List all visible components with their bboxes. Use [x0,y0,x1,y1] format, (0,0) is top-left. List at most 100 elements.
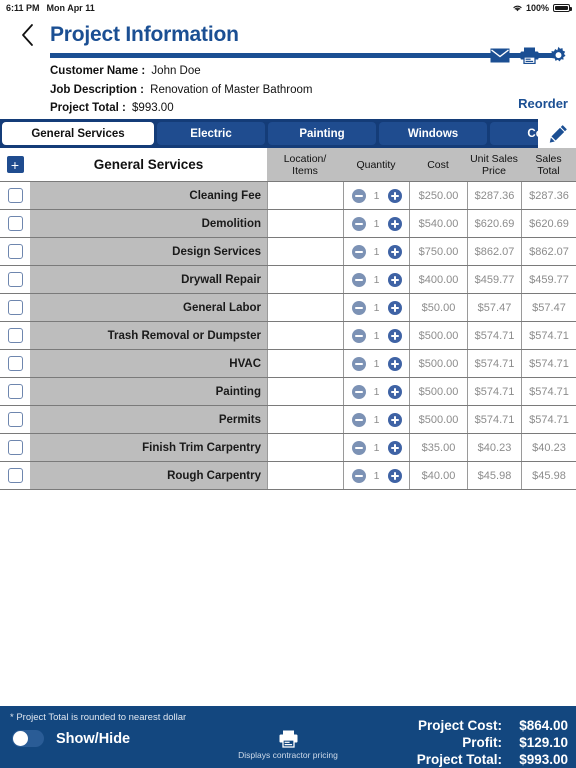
mail-icon[interactable] [490,48,510,63]
row-location[interactable] [267,434,343,461]
reorder-button[interactable]: Reorder [518,96,568,111]
table-row[interactable]: General Labor 1 $50.00 $57.47 $57.47 [0,294,576,322]
row-checkbox[interactable] [7,328,23,343]
quantity-decrement-button[interactable] [351,468,366,483]
table-row[interactable]: Drywall Repair 1 $400.00 $459.77 $459.77 [0,266,576,294]
quantity-increment-button[interactable] [387,244,402,259]
row-sales-total: $459.77 [521,266,576,293]
quantity-decrement-button[interactable] [351,300,366,315]
row-unit-sales-price: $862.07 [467,238,521,265]
row-location[interactable] [267,210,343,237]
row-checkbox[interactable] [7,440,23,455]
row-checkbox[interactable] [7,188,23,203]
tab-windows[interactable]: Windows [379,122,487,145]
quantity-value: 1 [373,385,380,398]
quantity-decrement-button[interactable] [351,244,366,259]
row-unit-sales-price: $57.47 [467,294,521,321]
quantity-decrement-button[interactable] [351,440,366,455]
row-location[interactable] [267,350,343,377]
row-sales-total: $620.69 [521,210,576,237]
table-row[interactable]: HVAC 1 $500.00 $574.71 $574.71 [0,350,576,378]
row-location[interactable] [267,294,343,321]
total-value: $993.00 [519,752,568,767]
row-checkbox-cell [0,406,30,433]
quantity-value: 1 [373,217,380,230]
row-location[interactable] [267,182,343,209]
quantity-decrement-button[interactable] [351,328,366,343]
quantity-value: 1 [373,273,380,286]
quantity-increment-button[interactable] [387,384,402,399]
quantity-increment-button[interactable] [387,440,402,455]
edit-tabs-button[interactable] [538,119,576,148]
row-checkbox[interactable] [7,412,23,427]
tab-painting[interactable]: Painting [268,122,376,145]
row-location[interactable] [267,378,343,405]
quantity-decrement-button[interactable] [351,384,366,399]
tab-general-services[interactable]: General Services [2,122,154,145]
tab-electric[interactable]: Electric [157,122,265,145]
quantity-decrement-button[interactable] [351,188,366,203]
row-checkbox[interactable] [7,244,23,259]
column-header-total-line1: Sales [535,152,562,165]
gear-icon[interactable] [549,46,568,65]
quantity-increment-button[interactable] [387,272,402,287]
quantity-increment-button[interactable] [387,412,402,427]
quantity-decrement-button[interactable] [351,272,366,287]
row-checkbox[interactable] [7,468,23,483]
row-checkbox[interactable] [7,216,23,231]
table-row[interactable]: Permits 1 $500.00 $574.71 $574.71 [0,406,576,434]
contractor-pricing-caption: Displays contractor pricing [238,750,338,760]
row-unit-sales-price: $459.77 [467,266,521,293]
status-bar: 6:11 PM Mon Apr 11 100% [0,0,576,16]
quantity-value: 1 [373,329,380,342]
row-sales-total: $862.07 [521,238,576,265]
table-row[interactable]: Demolition 1 $540.00 $620.69 $620.69 [0,210,576,238]
column-header-sales-total: Sales Total [521,148,576,181]
table-row[interactable]: Rough Carpentry 1 $40.00 $45.98 $45.98 [0,462,576,490]
row-cost: $500.00 [409,378,467,405]
add-row-cell [0,148,30,181]
table-row[interactable]: Painting 1 $500.00 $574.71 $574.71 [0,378,576,406]
customer-name-label: Customer Name : [50,65,146,77]
quantity-increment-button[interactable] [387,328,402,343]
table-row[interactable]: Design Services 1 $750.00 $862.07 $862.07 [0,238,576,266]
quantity-increment-button[interactable] [387,216,402,231]
printer-icon[interactable] [520,47,539,64]
quantity-increment-button[interactable] [387,468,402,483]
quantity-increment-button[interactable] [387,300,402,315]
table-row[interactable]: Trash Removal or Dumpster 1 $500.00 $574.71… [0,322,576,350]
printer-icon[interactable] [279,730,298,748]
quantity-value: 1 [373,413,380,426]
row-checkbox[interactable] [7,272,23,287]
row-sales-total: $574.71 [521,406,576,433]
row-item-name: Drywall Repair [30,266,267,293]
row-unit-sales-price: $620.69 [467,210,521,237]
add-item-button[interactable] [6,156,24,173]
row-location[interactable] [267,266,343,293]
quantity-increment-button[interactable] [387,188,402,203]
row-checkbox[interactable] [7,300,23,315]
row-location[interactable] [267,406,343,433]
quantity-decrement-button[interactable] [351,412,366,427]
customer-name-value: John Doe [151,65,201,77]
row-sales-total: $57.47 [521,294,576,321]
row-cost: $35.00 [409,434,467,461]
row-location[interactable] [267,238,343,265]
row-unit-sales-price: $574.71 [467,378,521,405]
summary-footer: * Project Total is rounded to nearest do… [0,706,576,768]
table-row[interactable]: Finish Trim Carpentry 1 $35.00 $40.23 $40.23 [0,434,576,462]
row-location[interactable] [267,462,343,489]
row-cost: $250.00 [409,182,467,209]
row-location[interactable] [267,322,343,349]
quantity-decrement-button[interactable] [351,216,366,231]
row-cost: $500.00 [409,406,467,433]
back-button[interactable] [14,20,40,50]
quantity-increment-button[interactable] [387,356,402,371]
row-unit-sales-price: $574.71 [467,406,521,433]
row-checkbox[interactable] [7,384,23,399]
quantity-decrement-button[interactable] [351,356,366,371]
row-checkbox[interactable] [7,356,23,371]
row-quantity-stepper: 1 [343,434,409,461]
table-row[interactable]: Cleaning Fee 1 $250.00 $287.36 $287.36 [0,182,576,210]
chevron-left-icon [22,24,33,46]
